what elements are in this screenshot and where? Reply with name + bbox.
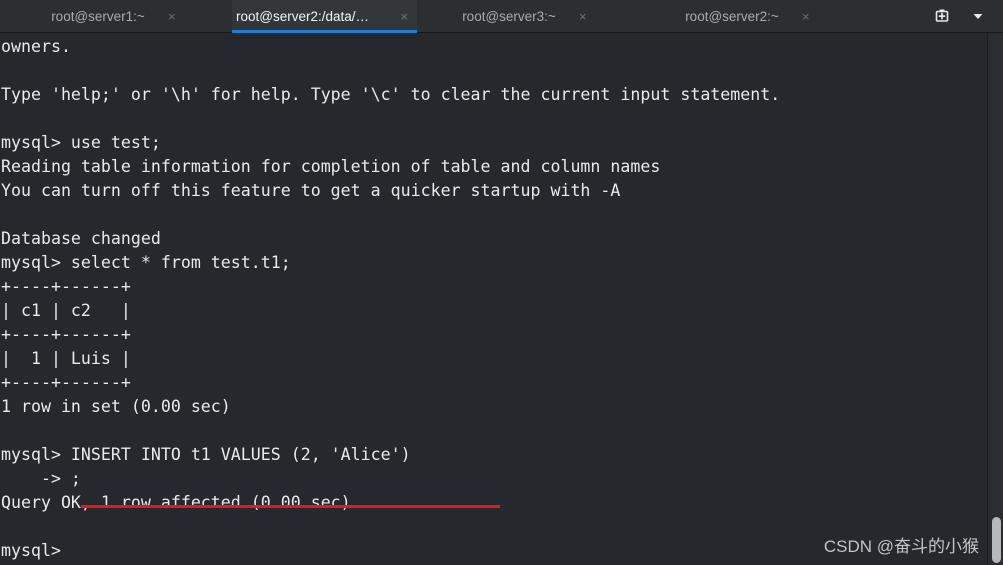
annotation-underline bbox=[81, 505, 500, 508]
tab-close-icon[interactable]: × bbox=[163, 9, 181, 24]
terminal-window: root@server1:~ × root@server2:/data/m… ×… bbox=[0, 0, 1003, 565]
terminal-text: owners. Type 'help;' or '\h' for help. T… bbox=[1, 37, 781, 560]
tab-root-server1[interactable]: root@server1:~ × bbox=[0, 0, 232, 33]
chevron-down-icon[interactable] bbox=[967, 5, 989, 27]
watermark: CSDN @奋斗的小猴 bbox=[823, 537, 979, 556]
tab-label: root@server2:/data/m… bbox=[236, 9, 378, 24]
tab-bar: root@server1:~ × root@server2:/data/m… ×… bbox=[0, 0, 1003, 33]
tab-bar-actions bbox=[931, 0, 1003, 32]
tab-label: root@server2:~ bbox=[685, 9, 779, 24]
tab-root-server3[interactable]: root@server3:~ × bbox=[417, 0, 637, 33]
tab-root-server2-data[interactable]: root@server2:/data/m… × bbox=[232, 0, 417, 33]
tab-label: root@server1:~ bbox=[51, 9, 145, 24]
tab-close-icon[interactable]: × bbox=[797, 9, 815, 24]
scrollbar-thumb[interactable] bbox=[992, 517, 1001, 563]
terminal-output-area[interactable]: owners. Type 'help;' or '\h' for help. T… bbox=[0, 33, 1003, 565]
tab-root-server2[interactable]: root@server2:~ × bbox=[637, 0, 863, 33]
tab-label: root@server3:~ bbox=[462, 9, 556, 24]
vertical-scrollbar[interactable] bbox=[987, 33, 1003, 565]
tab-close-icon[interactable]: × bbox=[574, 9, 592, 24]
new-tab-icon[interactable] bbox=[931, 5, 953, 27]
tab-close-icon[interactable]: × bbox=[395, 9, 413, 24]
